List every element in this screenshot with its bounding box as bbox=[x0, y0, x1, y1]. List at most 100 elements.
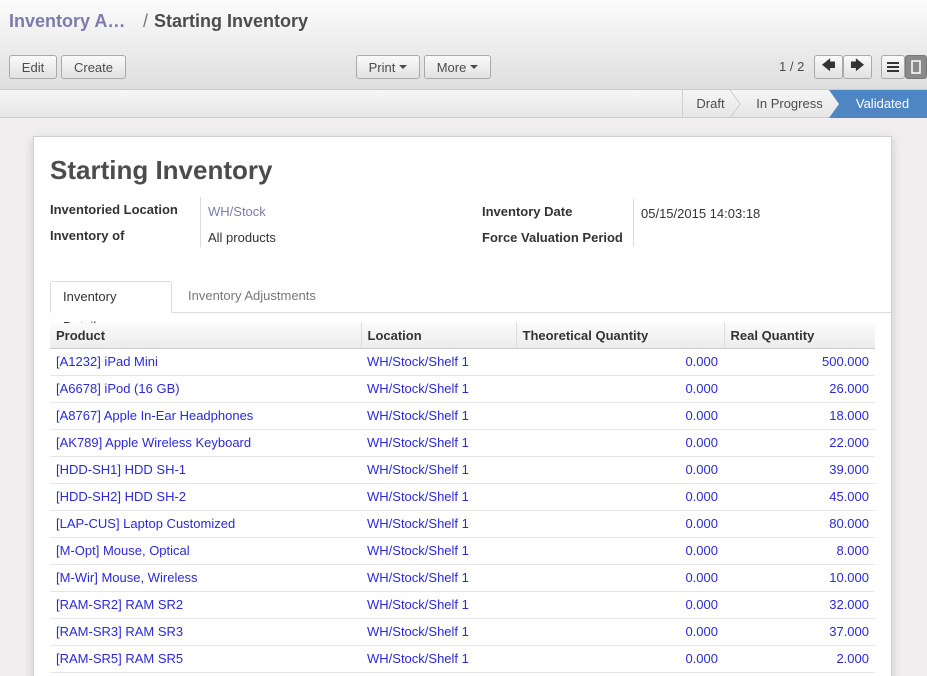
real-quantity-cell[interactable]: 45.000 bbox=[724, 483, 875, 511]
location-cell[interactable]: WH/Stock/Shelf 1 bbox=[361, 591, 516, 619]
product-cell[interactable]: [HDD-SH1] HDD SH-1 bbox=[50, 456, 361, 484]
product-cell[interactable]: [AK789] Apple Wireless Keyboard bbox=[50, 429, 361, 457]
theoretical-quantity-cell[interactable]: 0.000 bbox=[516, 645, 724, 673]
product-cell[interactable]: [A6678] iPod (16 GB) bbox=[50, 375, 361, 403]
real-quantity-cell[interactable]: 2.000 bbox=[724, 645, 875, 673]
tab-inventory-adjustments[interactable]: Inventory Adjustments bbox=[176, 281, 328, 313]
table-row[interactable]: [M-Wir] Mouse, Wireless WH/Stock/Shelf 10… bbox=[50, 564, 875, 592]
pager-next-button[interactable]: 🡆 bbox=[843, 55, 872, 79]
real-quantity-cell[interactable]: 8.000 bbox=[724, 537, 875, 565]
column-header-location[interactable]: Location bbox=[360, 323, 516, 349]
field-divider bbox=[633, 199, 634, 247]
table-row[interactable]: [M-Opt] Mouse, Optical WH/Stock/Shelf 1 0.… bbox=[50, 537, 875, 565]
theoretical-quantity-cell[interactable]: 0.000 bbox=[516, 537, 724, 565]
real-quantity-cell[interactable]: 22.000 bbox=[724, 429, 875, 457]
table-row[interactable]: [A1232] iPad Mini WH/Stock/Shelf 1 0.000 50… bbox=[50, 348, 875, 376]
table-row[interactable]: [LAP-CUS] Laptop Customized WH/Stock/Shel… bbox=[50, 510, 875, 538]
location-cell[interactable]: WH/Stock/Shelf 1 bbox=[361, 456, 516, 484]
location-cell[interactable]: WH/Stock/Shelf 1 bbox=[361, 618, 516, 646]
breadcrumb-parent-link[interactable]: Inventory A… bbox=[9, 11, 131, 32]
real-quantity-cell[interactable]: 10.000 bbox=[724, 564, 875, 592]
inventory-lines-table: Product Location Theoretical Quantity Re… bbox=[50, 323, 875, 673]
page-title: Starting Inventory bbox=[50, 155, 273, 185]
print-button[interactable]: Print bbox=[356, 55, 420, 79]
theoretical-quantity-cell[interactable]: 0.000 bbox=[516, 375, 724, 403]
theoretical-quantity-cell[interactable]: 0.000 bbox=[516, 402, 724, 430]
table-row[interactable]: [A6678] iPod (16 GB) WH/Stock/Shelf 1 0.00… bbox=[50, 375, 875, 403]
table-row[interactable]: [HDD-SH2] HDD SH-2 WH/Stock/Shelf 1 0.000 4… bbox=[50, 483, 875, 511]
real-quantity-cell[interactable]: 500.000 bbox=[724, 348, 875, 376]
product-cell[interactable]: [RAM-SR5] RAM SR5 bbox=[50, 645, 361, 673]
arrow-left-icon: 🡄 bbox=[821, 57, 836, 73]
control-panel: Inventory A… / Starting Inventory Edit Cre… bbox=[0, 0, 927, 90]
more-button[interactable]: More bbox=[424, 55, 491, 79]
inventory-of-label: Inventory of bbox=[50, 228, 125, 243]
status-stage-in-progress[interactable]: In Progress bbox=[741, 90, 838, 118]
product-cell[interactable]: [A1232] iPad Mini bbox=[50, 348, 361, 376]
location-cell[interactable]: WH/Stock/Shelf 1 bbox=[361, 564, 516, 592]
caret-down-icon bbox=[399, 65, 408, 69]
table-row[interactable]: [A8767] Apple In-Ear Headphones WH/Stock/… bbox=[50, 402, 875, 430]
status-stage-draft[interactable]: Draft bbox=[683, 90, 738, 118]
breadcrumb-current: Starting Inventory bbox=[154, 11, 309, 31]
theoretical-quantity-cell[interactable]: 0.000 bbox=[516, 483, 724, 511]
real-quantity-cell[interactable]: 32.000 bbox=[724, 591, 875, 619]
theoretical-quantity-cell[interactable]: 0.000 bbox=[516, 348, 724, 376]
inventory-date-label: Inventory Date bbox=[482, 204, 573, 219]
theoretical-quantity-cell[interactable]: 0.000 bbox=[516, 456, 724, 484]
location-cell[interactable]: WH/Stock/Shelf 1 bbox=[361, 402, 516, 430]
product-cell[interactable]: [RAM-SR2] RAM SR2 bbox=[50, 591, 361, 619]
theoretical-quantity-cell[interactable]: 0.000 bbox=[516, 591, 724, 619]
product-cell[interactable]: [A8767] Apple In-Ear Headphones bbox=[50, 402, 361, 430]
product-cell[interactable]: [HDD-SH2] HDD SH-2 bbox=[50, 483, 361, 511]
table-row[interactable]: [RAM-SR2] RAM SR2 WH/Stock/Shelf 1 0.000 32… bbox=[50, 591, 875, 619]
status-bar: Draft In Progress Validated bbox=[0, 90, 927, 118]
location-cell[interactable]: WH/Stock/Shelf 1 bbox=[361, 537, 516, 565]
theoretical-quantity-cell[interactable]: 0.000 bbox=[516, 429, 724, 457]
real-quantity-cell[interactable]: 26.000 bbox=[724, 375, 875, 403]
create-button[interactable]: Create bbox=[61, 55, 126, 79]
edit-button[interactable]: Edit bbox=[9, 55, 57, 79]
list-view-button[interactable] bbox=[881, 55, 905, 79]
inventoried-location-label: Inventoried Location bbox=[50, 202, 178, 217]
theoretical-quantity-cell[interactable]: 0.000 bbox=[516, 510, 724, 538]
list-view-icon bbox=[887, 62, 899, 72]
product-cell[interactable]: [RAM-SR3] RAM SR3 bbox=[50, 618, 361, 646]
real-quantity-cell[interactable]: 37.000 bbox=[724, 618, 875, 646]
inventoried-location-link[interactable]: WH/Stock bbox=[208, 204, 266, 219]
product-cell[interactable]: [M-Opt] Mouse, Optical bbox=[50, 537, 361, 565]
theoretical-quantity-cell[interactable]: 0.000 bbox=[516, 618, 724, 646]
column-header-product[interactable]: Product bbox=[50, 323, 361, 349]
table-row[interactable]: [AK789] Apple Wireless Keyboard WH/Stock/… bbox=[50, 429, 875, 457]
theoretical-quantity-cell[interactable]: 0.000 bbox=[516, 564, 724, 592]
caret-down-icon bbox=[470, 65, 479, 69]
inventory-date-value: 05/15/2015 14:03:18 bbox=[641, 206, 761, 221]
table-row[interactable]: [HDD-SH1] HDD SH-1 WH/Stock/Shelf 1 0.000 3… bbox=[50, 456, 875, 484]
form-view-icon bbox=[911, 60, 921, 74]
form-view-button[interactable] bbox=[905, 55, 927, 79]
location-cell[interactable]: WH/Stock/Shelf 1 bbox=[361, 348, 516, 376]
tab-inventory-details[interactable]: Inventory Details bbox=[50, 281, 172, 334]
pager-previous-button[interactable]: 🡄 bbox=[814, 55, 843, 79]
arrow-right-icon: 🡆 bbox=[850, 57, 865, 73]
field-divider bbox=[200, 197, 201, 247]
location-cell[interactable]: WH/Stock/Shelf 1 bbox=[361, 510, 516, 538]
more-button-label: More bbox=[436, 59, 467, 75]
location-cell[interactable]: WH/Stock/Shelf 1 bbox=[361, 375, 516, 403]
location-cell[interactable]: WH/Stock/Shelf 1 bbox=[361, 645, 516, 673]
inventory-of-value: All products bbox=[208, 230, 276, 245]
table-row[interactable]: [RAM-SR3] RAM SR3 WH/Stock/Shelf 1 0.000 37… bbox=[50, 618, 875, 646]
location-cell[interactable]: WH/Stock/Shelf 1 bbox=[361, 483, 516, 511]
status-stage-validated[interactable]: Validated bbox=[838, 90, 927, 118]
force-valuation-period-label: Force Valuation Period bbox=[482, 230, 623, 245]
product-cell[interactable]: [LAP-CUS] Laptop Customized bbox=[50, 510, 361, 538]
table-row[interactable]: [RAM-SR5] RAM SR5 WH/Stock/Shelf 1 0.000 2.… bbox=[50, 645, 875, 673]
real-quantity-cell[interactable]: 80.000 bbox=[724, 510, 875, 538]
column-header-real-quantity[interactable]: Real Quantity bbox=[723, 323, 875, 349]
real-quantity-cell[interactable]: 39.000 bbox=[724, 456, 875, 484]
column-header-theoretical-quantity[interactable]: Theoretical Quantity bbox=[515, 323, 724, 349]
pager-value: 1 / 2 bbox=[779, 59, 805, 74]
location-cell[interactable]: WH/Stock/Shelf 1 bbox=[361, 429, 516, 457]
real-quantity-cell[interactable]: 18.000 bbox=[724, 402, 875, 430]
product-cell[interactable]: [M-Wir] Mouse, Wireless bbox=[50, 564, 361, 592]
